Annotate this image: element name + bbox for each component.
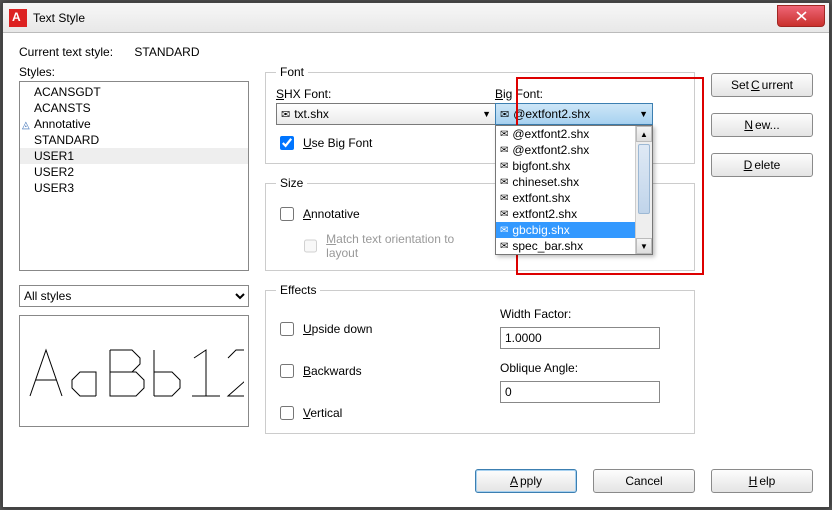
styles-label: Styles: [19,65,249,79]
size-legend: Size [276,176,307,190]
scroll-down-icon[interactable]: ▼ [636,238,652,254]
apply-button[interactable]: Apply [475,469,577,493]
font-icon: ✉ [500,241,508,252]
style-item-label: USER1 [34,149,74,163]
shx-font-label: SHX Font: [276,87,331,101]
vertical-checkbox[interactable]: Vertical [276,403,460,423]
big-font-dropdown[interactable]: ✉ @extfont2.shx ✉ @extfont2.shx ✉ bigfont.shx… [495,125,653,255]
big-font-option[interactable]: ✉ extfont.shx [496,190,652,206]
big-font-option[interactable]: ✉ spec_bar.shx [496,238,652,254]
scroll-up-icon[interactable]: ▲ [636,126,652,142]
scroll-thumb[interactable] [638,144,650,214]
dialog-footer: Apply Cancel Help [3,459,829,507]
font-group: Font SHX Font: ✉ txt.shx ▼ Use Big F [265,65,695,164]
font-icon: ✉ [500,209,508,220]
big-font-option[interactable]: ✉ gbcbig.shx [496,222,652,238]
style-item[interactable]: ACANSTS [20,100,248,116]
set-current-button[interactable]: Set Current [711,73,813,97]
match-orientation-checkbox: Match text orientation to layout [300,232,480,260]
styles-filter-select[interactable]: All styles [19,285,249,307]
font-icon: ✉ [500,177,508,188]
style-item-label: USER3 [34,181,74,195]
big-font-option-label: extfont2.shx [512,207,577,221]
oblique-angle-input[interactable] [500,381,660,403]
effects-group: Effects Upside down Backwards [265,283,695,434]
cancel-button[interactable]: Cancel [593,469,695,493]
style-item[interactable]: USER1 [20,148,248,164]
big-font-option[interactable]: ✉ @extfont2.shx [496,126,652,142]
delete-button[interactable]: Delete [711,153,813,177]
use-big-font-checkbox[interactable]: Use Big Font [276,133,465,153]
font-icon: ✉ [500,108,509,121]
styles-listbox[interactable]: ACANSGDTACANSTS◬AnnotativeSTANDARDUSER1U… [19,81,249,271]
big-font-option-label: extfont.shx [512,191,570,205]
close-icon [796,11,807,21]
big-font-option[interactable]: ✉ @extfont2.shx [496,142,652,158]
style-item-label: Annotative [34,117,91,131]
font-preview [19,315,249,427]
current-text-style-line: Current text style: STANDARD [19,45,813,59]
style-item-label: ACANSTS [34,101,91,115]
big-font-option[interactable]: ✉ chineset.shx [496,174,652,190]
style-item-label: USER2 [34,165,74,179]
big-font-option-label: gbcbig.shx [512,223,569,237]
annotative-icon: ◬ [22,120,32,131]
style-item[interactable]: STANDARD [20,132,248,148]
oblique-angle-label: O [500,361,509,375]
font-icon: ✉ [500,225,508,236]
big-font-combo[interactable]: ✉ @extfont2.shx ▼ ✉@extfont2.shx✉@extfon… [495,103,653,125]
big-font-value: @extfont2.shx [513,107,590,121]
text-style-dialog: Text Style Current text style: STANDARD … [2,2,830,508]
style-item[interactable]: USER2 [20,164,248,180]
big-font-option[interactable]: ✉ extfont2.shx [496,206,652,222]
annotative-input[interactable] [280,207,294,221]
shx-font-value: txt.shx [294,107,329,121]
font-icon: ✉ [500,129,508,140]
chevron-down-icon: ▼ [639,109,648,119]
width-factor-input[interactable] [500,327,660,349]
app-icon [9,9,27,27]
help-button[interactable]: Help [711,469,813,493]
effects-legend: Effects [276,283,320,297]
style-item-label: ACANSGDT [34,85,101,99]
style-item[interactable]: ◬Annotative [20,116,248,132]
shx-font-combo[interactable]: ✉ txt.shx ▼ [276,103,496,125]
titlebar[interactable]: Text Style [3,3,829,33]
dropdown-scrollbar[interactable]: ▲ ▼ [635,126,652,254]
current-value: STANDARD [134,45,199,59]
backwards-checkbox[interactable]: Backwards [276,361,460,381]
font-legend: Font [276,65,308,79]
font-icon: ✉ [500,193,508,204]
big-font-label: Big Font: [495,87,543,101]
font-icon: ✉ [500,145,508,156]
match-orientation-input [304,239,317,253]
big-font-option-label: chineset.shx [512,175,579,189]
big-font-option[interactable]: ✉ bigfont.shx [496,158,652,174]
big-font-option-label: bigfont.shx [512,159,570,173]
width-factor-label: W [500,307,511,321]
current-label: Current text style: [19,45,113,59]
font-icon: ✉ [500,161,508,172]
big-font-option-label: @extfont2.shx [512,143,589,157]
font-icon: ✉ [281,108,290,121]
chevron-down-icon: ▼ [482,109,491,119]
big-font-option-label: @extfont2.shx [512,127,589,141]
style-item[interactable]: USER3 [20,180,248,196]
style-item[interactable]: ACANSGDT [20,84,248,100]
style-item-label: STANDARD [34,133,99,147]
use-big-font-input[interactable] [280,136,294,150]
new-button[interactable]: New... [711,113,813,137]
upside-down-checkbox[interactable]: Upside down [276,319,460,339]
close-button[interactable] [777,5,825,27]
big-font-option-label: spec_bar.shx [512,239,583,253]
window-title: Text Style [33,11,777,25]
